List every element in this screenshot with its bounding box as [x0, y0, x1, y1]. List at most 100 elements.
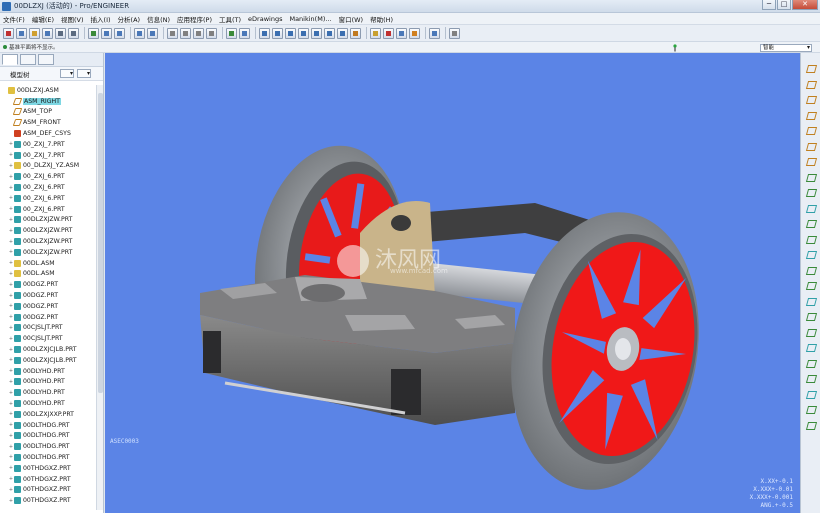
model-tree-item[interactable]: +00DGZ.PRT — [0, 301, 96, 312]
model-tree-item[interactable]: +00_ZXJ_6.PRT — [0, 182, 96, 193]
view-manager-icon[interactable] — [272, 27, 283, 39]
spin-center-icon[interactable] — [259, 27, 270, 39]
menu-item[interactable]: 分析(A) — [118, 14, 141, 24]
menu-item[interactable]: 文件(F) — [3, 14, 25, 24]
model-tree-item[interactable]: +00DLZXJZW.PRT — [0, 225, 96, 236]
model-tree-item[interactable]: +00DLTHDG.PRT — [0, 420, 96, 431]
solidify-icon[interactable] — [805, 420, 816, 430]
blend-icon[interactable] — [805, 234, 816, 244]
menu-item[interactable]: 帮助(H) — [370, 14, 393, 24]
close-window-icon[interactable] — [114, 27, 125, 39]
zoom-in-icon[interactable] — [285, 27, 296, 39]
open-icon[interactable] — [29, 27, 40, 39]
menu-item[interactable]: 工具(T) — [219, 14, 241, 24]
thicken-icon[interactable] — [805, 404, 816, 414]
model-tree-item[interactable]: +00DLYHD.PRT — [0, 387, 96, 398]
model-tree-item[interactable]: ASM_RIGHT — [0, 96, 96, 107]
model-tree-item[interactable]: +00_ZXJ_6.PRT — [0, 171, 96, 182]
sketch-curve-icon[interactable] — [805, 110, 816, 120]
model-tree-item[interactable]: +00DLZXJCJLB.PRT — [0, 355, 96, 366]
menu-item[interactable]: eDrawings — [248, 15, 282, 23]
model-tree-item[interactable]: +00DLZXJXXP.PRT — [0, 409, 96, 420]
model-tree-item[interactable]: +00_ZXJ_7.PRT — [0, 150, 96, 161]
tab-folder-browser[interactable] — [20, 54, 36, 65]
menu-item[interactable]: 编辑(E) — [32, 14, 54, 24]
pattern-icon[interactable] — [805, 342, 816, 352]
model-tree-item[interactable]: +00DLZXJZW.PRT — [0, 215, 96, 226]
new-icon[interactable] — [16, 27, 27, 39]
model-tree-item[interactable]: +00_DLZXJ_YZ.ASM — [0, 161, 96, 172]
hole-icon[interactable] — [805, 249, 816, 259]
csys-icon[interactable] — [805, 141, 816, 151]
model-tree-item[interactable]: +00CJSLJT.PRT — [0, 323, 96, 334]
trim-icon[interactable] — [805, 389, 816, 399]
close-button[interactable]: ✕ — [792, 0, 818, 10]
annotation-icon[interactable] — [449, 27, 460, 39]
datum-plane-icon[interactable] — [370, 27, 381, 39]
model-tree-item[interactable]: +00DLTHDG.PRT — [0, 431, 96, 442]
model-tree-item[interactable]: ASM_DEF_CSYS — [0, 128, 96, 139]
round-icon[interactable] — [805, 311, 816, 321]
datum-curve-icon[interactable] — [805, 94, 816, 104]
model-tree-item[interactable]: +00THDGXZ.PRT — [0, 474, 96, 485]
revolve-icon[interactable] — [805, 203, 816, 213]
help-icon[interactable] — [3, 27, 14, 39]
model-tree-item[interactable]: +00_ZXJ_6.PRT — [0, 204, 96, 215]
copy-icon[interactable] — [180, 27, 191, 39]
chamfer-icon[interactable] — [805, 327, 816, 337]
model-tree-item[interactable]: +00THDGXZ.PRT — [0, 484, 96, 495]
menu-item[interactable]: 插入(I) — [91, 14, 111, 24]
datum-axis-icon[interactable] — [383, 27, 394, 39]
repaint-icon[interactable] — [226, 27, 237, 39]
window-icon[interactable] — [101, 27, 112, 39]
model-tree-item[interactable]: +00DGZ.PRT — [0, 312, 96, 323]
cut-icon[interactable] — [167, 27, 178, 39]
model-tree-item[interactable]: +00DL.ASM — [0, 269, 96, 280]
datum-point-icon[interactable] — [805, 125, 816, 135]
tree-settings-button[interactable]: ▾ — [60, 69, 74, 78]
model-tree-item[interactable]: +00DLZXJZW.PRT — [0, 236, 96, 247]
mirror-icon[interactable] — [805, 358, 816, 368]
zoom-out-icon[interactable] — [298, 27, 309, 39]
menu-item[interactable]: 视图(V) — [61, 14, 84, 24]
draft-icon[interactable] — [805, 296, 816, 306]
model-tree-item[interactable]: ASM_FRONT — [0, 117, 96, 128]
menu-item[interactable]: Manikin(M)... — [289, 15, 331, 23]
model-tree-item[interactable]: +00THDGXZ.PRT — [0, 463, 96, 474]
traffic-light-icon[interactable] — [672, 44, 678, 52]
rib-icon[interactable] — [805, 280, 816, 290]
model-tree-item[interactable]: +00DLTHDG.PRT — [0, 452, 96, 463]
refit-icon[interactable] — [311, 27, 322, 39]
redo-icon[interactable] — [147, 27, 158, 39]
model-tree-item[interactable]: +00DGZ.PRT — [0, 290, 96, 301]
model-tree-item[interactable]: +00DLZXJCJLB.PRT — [0, 344, 96, 355]
menu-item[interactable]: 应用程序(P) — [177, 14, 212, 24]
model-tree-item[interactable]: +00DLYHD.PRT — [0, 377, 96, 388]
csys-icon[interactable] — [409, 27, 420, 39]
model-tree-item[interactable]: +00DL.ASM — [0, 258, 96, 269]
orient-icon[interactable] — [239, 27, 250, 39]
datum-display-icon[interactable] — [429, 27, 440, 39]
tree-show-button[interactable]: ▾ — [77, 69, 91, 78]
maximize-button[interactable]: □ — [777, 0, 791, 10]
graphics-viewport[interactable]: 沐风网 www.mfcad.com ASEC0003 X.XX+-0.1 X.X… — [105, 53, 800, 513]
model-tree-item[interactable]: 00DLZXJ.ASM — [0, 85, 96, 96]
save-icon[interactable] — [42, 27, 53, 39]
selection-filter-select[interactable]: 智能 — [760, 44, 812, 52]
menu-item[interactable]: 信息(N) — [147, 14, 170, 24]
model-tree-item[interactable]: ASM_TOP — [0, 107, 96, 118]
tab-model-tree[interactable] — [2, 54, 18, 65]
sweep-icon[interactable] — [805, 218, 816, 228]
analysis-icon[interactable] — [805, 156, 816, 166]
layers-icon[interactable] — [350, 27, 361, 39]
model-tree-item[interactable]: +00DLTHDG.PRT — [0, 441, 96, 452]
minimize-button[interactable]: ─ — [762, 0, 776, 10]
model-tree-item[interactable]: +00DLYHD.PRT — [0, 366, 96, 377]
saved-views-icon[interactable] — [337, 27, 348, 39]
reorient-icon[interactable] — [324, 27, 335, 39]
tab-favorites[interactable] — [38, 54, 54, 65]
sketch-icon[interactable] — [805, 172, 816, 182]
model-tree-item[interactable]: +00DLYHD.PRT — [0, 398, 96, 409]
model-tree-item[interactable]: +00DLZXJZW.PRT — [0, 247, 96, 258]
regenerate-icon[interactable] — [88, 27, 99, 39]
